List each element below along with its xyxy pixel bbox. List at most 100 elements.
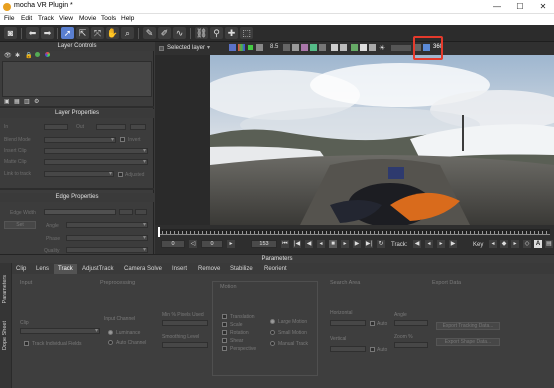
edge-width-field[interactable] — [119, 209, 133, 215]
tab-stabilize[interactable]: Stabilize — [226, 264, 257, 274]
delete-icon[interactable]: ▥ — [24, 98, 30, 105]
tab-clip[interactable]: Clip — [12, 264, 30, 274]
select-multi-icon[interactable]: ⇱ — [76, 27, 89, 39]
hand-icon[interactable]: ✋ — [106, 27, 119, 39]
smoothing-level-field[interactable] — [162, 342, 208, 348]
blend-mode-select[interactable] — [44, 136, 116, 143]
adjusted-checkbox[interactable] — [118, 172, 123, 177]
close-button[interactable]: ✕ — [532, 0, 554, 14]
minimize-button[interactable]: — — [486, 0, 508, 14]
viewer-canvas[interactable] — [155, 55, 554, 225]
scale-checkbox[interactable] — [222, 322, 227, 327]
track-next-icon[interactable]: ▶ — [449, 240, 457, 248]
transform-icon[interactable]: ⤧ — [91, 27, 104, 39]
cross-icon[interactable]: ✚ — [225, 27, 238, 39]
exposure-slider[interactable] — [391, 45, 411, 51]
menu-view[interactable]: View — [59, 15, 73, 22]
matte-clip-select[interactable] — [44, 158, 148, 165]
menu-help[interactable]: Help — [121, 15, 134, 22]
edge-width-slider[interactable] — [44, 209, 116, 215]
tab-reorient[interactable]: Reorient — [260, 264, 291, 274]
delete-keyframe-icon[interactable]: ◇ — [523, 240, 531, 248]
step-back-icon[interactable]: ▸ — [227, 240, 235, 248]
loop-icon[interactable]: ↻ — [377, 240, 385, 248]
prev-key-icon[interactable]: ◁ — [189, 240, 197, 248]
mask-icon[interactable] — [331, 44, 338, 51]
sun-icon[interactable]: ☀ — [379, 44, 385, 52]
out-frame-field[interactable]: 0 — [201, 240, 223, 248]
manual-track-radio[interactable] — [270, 341, 275, 346]
duplicate-icon[interactable]: ▦ — [14, 98, 20, 105]
menu-track[interactable]: Track — [38, 15, 54, 22]
gear-icon[interactable]: ✱ — [15, 52, 20, 59]
track-forward-icon[interactable]: ▸ — [437, 240, 445, 248]
horizontal-field[interactable] — [330, 320, 366, 326]
lock-icon[interactable]: 🔒 — [25, 52, 32, 59]
redo-icon[interactable]: ➡ — [41, 27, 54, 39]
edge-width-step[interactable] — [135, 209, 147, 215]
overlay-icon-4[interactable] — [310, 44, 317, 51]
tab-adjusttrack[interactable]: AdjustTrack — [78, 264, 117, 274]
settings-icon[interactable]: ⚙ — [34, 98, 39, 105]
step-prev-icon[interactable]: ◂ — [317, 240, 325, 248]
tab-lens[interactable]: Lens — [32, 264, 53, 274]
min-pixels-used-field[interactable] — [162, 320, 208, 326]
in-frame-field[interactable]: 0 — [161, 240, 185, 248]
menu-file[interactable]: File — [4, 15, 14, 22]
export-shape-data-button[interactable]: Export Shape Data... — [436, 338, 500, 346]
play-back-icon[interactable]: ◀ — [305, 240, 313, 248]
attach-icon[interactable]: ⚲ — [210, 27, 223, 39]
tracks-view-icon[interactable] — [351, 44, 358, 51]
keyframe-options-icon[interactable]: ▤ — [545, 240, 553, 248]
invert-checkbox[interactable] — [120, 137, 125, 142]
in-field[interactable] — [44, 124, 68, 130]
rotation-checkbox[interactable] — [222, 330, 227, 335]
eye-icon[interactable]: 👁 — [4, 52, 12, 59]
play-icon[interactable]: ▶ — [353, 240, 361, 248]
playhead[interactable] — [158, 227, 160, 237]
angle-field[interactable] — [66, 221, 148, 228]
selected-layer-dropdown[interactable]: Selected layer — [167, 45, 205, 51]
large-motion-radio[interactable] — [270, 319, 275, 324]
prev-keyframe-icon[interactable]: ◂ — [489, 240, 497, 248]
luma-icon[interactable] — [256, 44, 263, 51]
zoom-icon[interactable]: ⌕ — [121, 27, 134, 39]
overlay-icon-1[interactable] — [283, 44, 290, 51]
rgb-channels-icon[interactable] — [238, 44, 245, 51]
green-channel-icon[interactable] — [247, 44, 254, 51]
small-motion-radio[interactable] — [270, 330, 275, 335]
insert-clip-select[interactable] — [44, 147, 148, 154]
zoom-search-field[interactable] — [394, 342, 428, 348]
menu-tools[interactable]: Tools — [101, 15, 116, 22]
add-keyframe-icon[interactable]: ◆ — [500, 240, 508, 248]
surface-icon[interactable]: ⬚ — [240, 27, 253, 39]
auto-channel-radio[interactable] — [108, 340, 113, 345]
tab-insert[interactable]: Insert — [168, 264, 191, 274]
auto-key-icon[interactable]: A — [534, 240, 542, 248]
undo-icon[interactable]: ⬅ — [26, 27, 39, 39]
export-tracking-data-button[interactable]: Export Tracking Data... — [436, 322, 500, 330]
vertical-auto-checkbox[interactable] — [370, 347, 375, 352]
view-color-icon[interactable] — [229, 44, 236, 51]
layer-list[interactable] — [2, 61, 152, 97]
out-step[interactable] — [130, 124, 146, 130]
color-wheel-icon[interactable] — [45, 52, 50, 57]
track-individual-fields-checkbox[interactable] — [24, 341, 29, 346]
tab-remove[interactable]: Remove — [194, 264, 224, 274]
luminance-radio[interactable] — [108, 330, 113, 335]
spline-view-icon[interactable] — [369, 44, 376, 51]
link-icon[interactable]: ⛓ — [195, 27, 208, 39]
menu-movie[interactable]: Movie — [79, 15, 96, 22]
step-next-icon[interactable]: ▸ — [341, 240, 349, 248]
side-tab-parameters[interactable]: Parameters — [2, 275, 8, 303]
clip-select[interactable] — [20, 327, 100, 334]
folder-icon[interactable]: ▣ — [4, 98, 10, 105]
overlay-icon-5[interactable] — [319, 44, 326, 51]
translation-checkbox[interactable] — [222, 314, 227, 319]
xspline-icon[interactable]: ✎ — [143, 27, 156, 39]
tab-camera-solve[interactable]: Camera Solve — [120, 264, 166, 274]
overlay-icon-2[interactable] — [292, 44, 299, 51]
add-xspline-icon[interactable]: ✐ — [158, 27, 171, 39]
bezier-icon[interactable]: ∿ — [173, 27, 186, 39]
angle-search-field[interactable] — [394, 320, 428, 326]
